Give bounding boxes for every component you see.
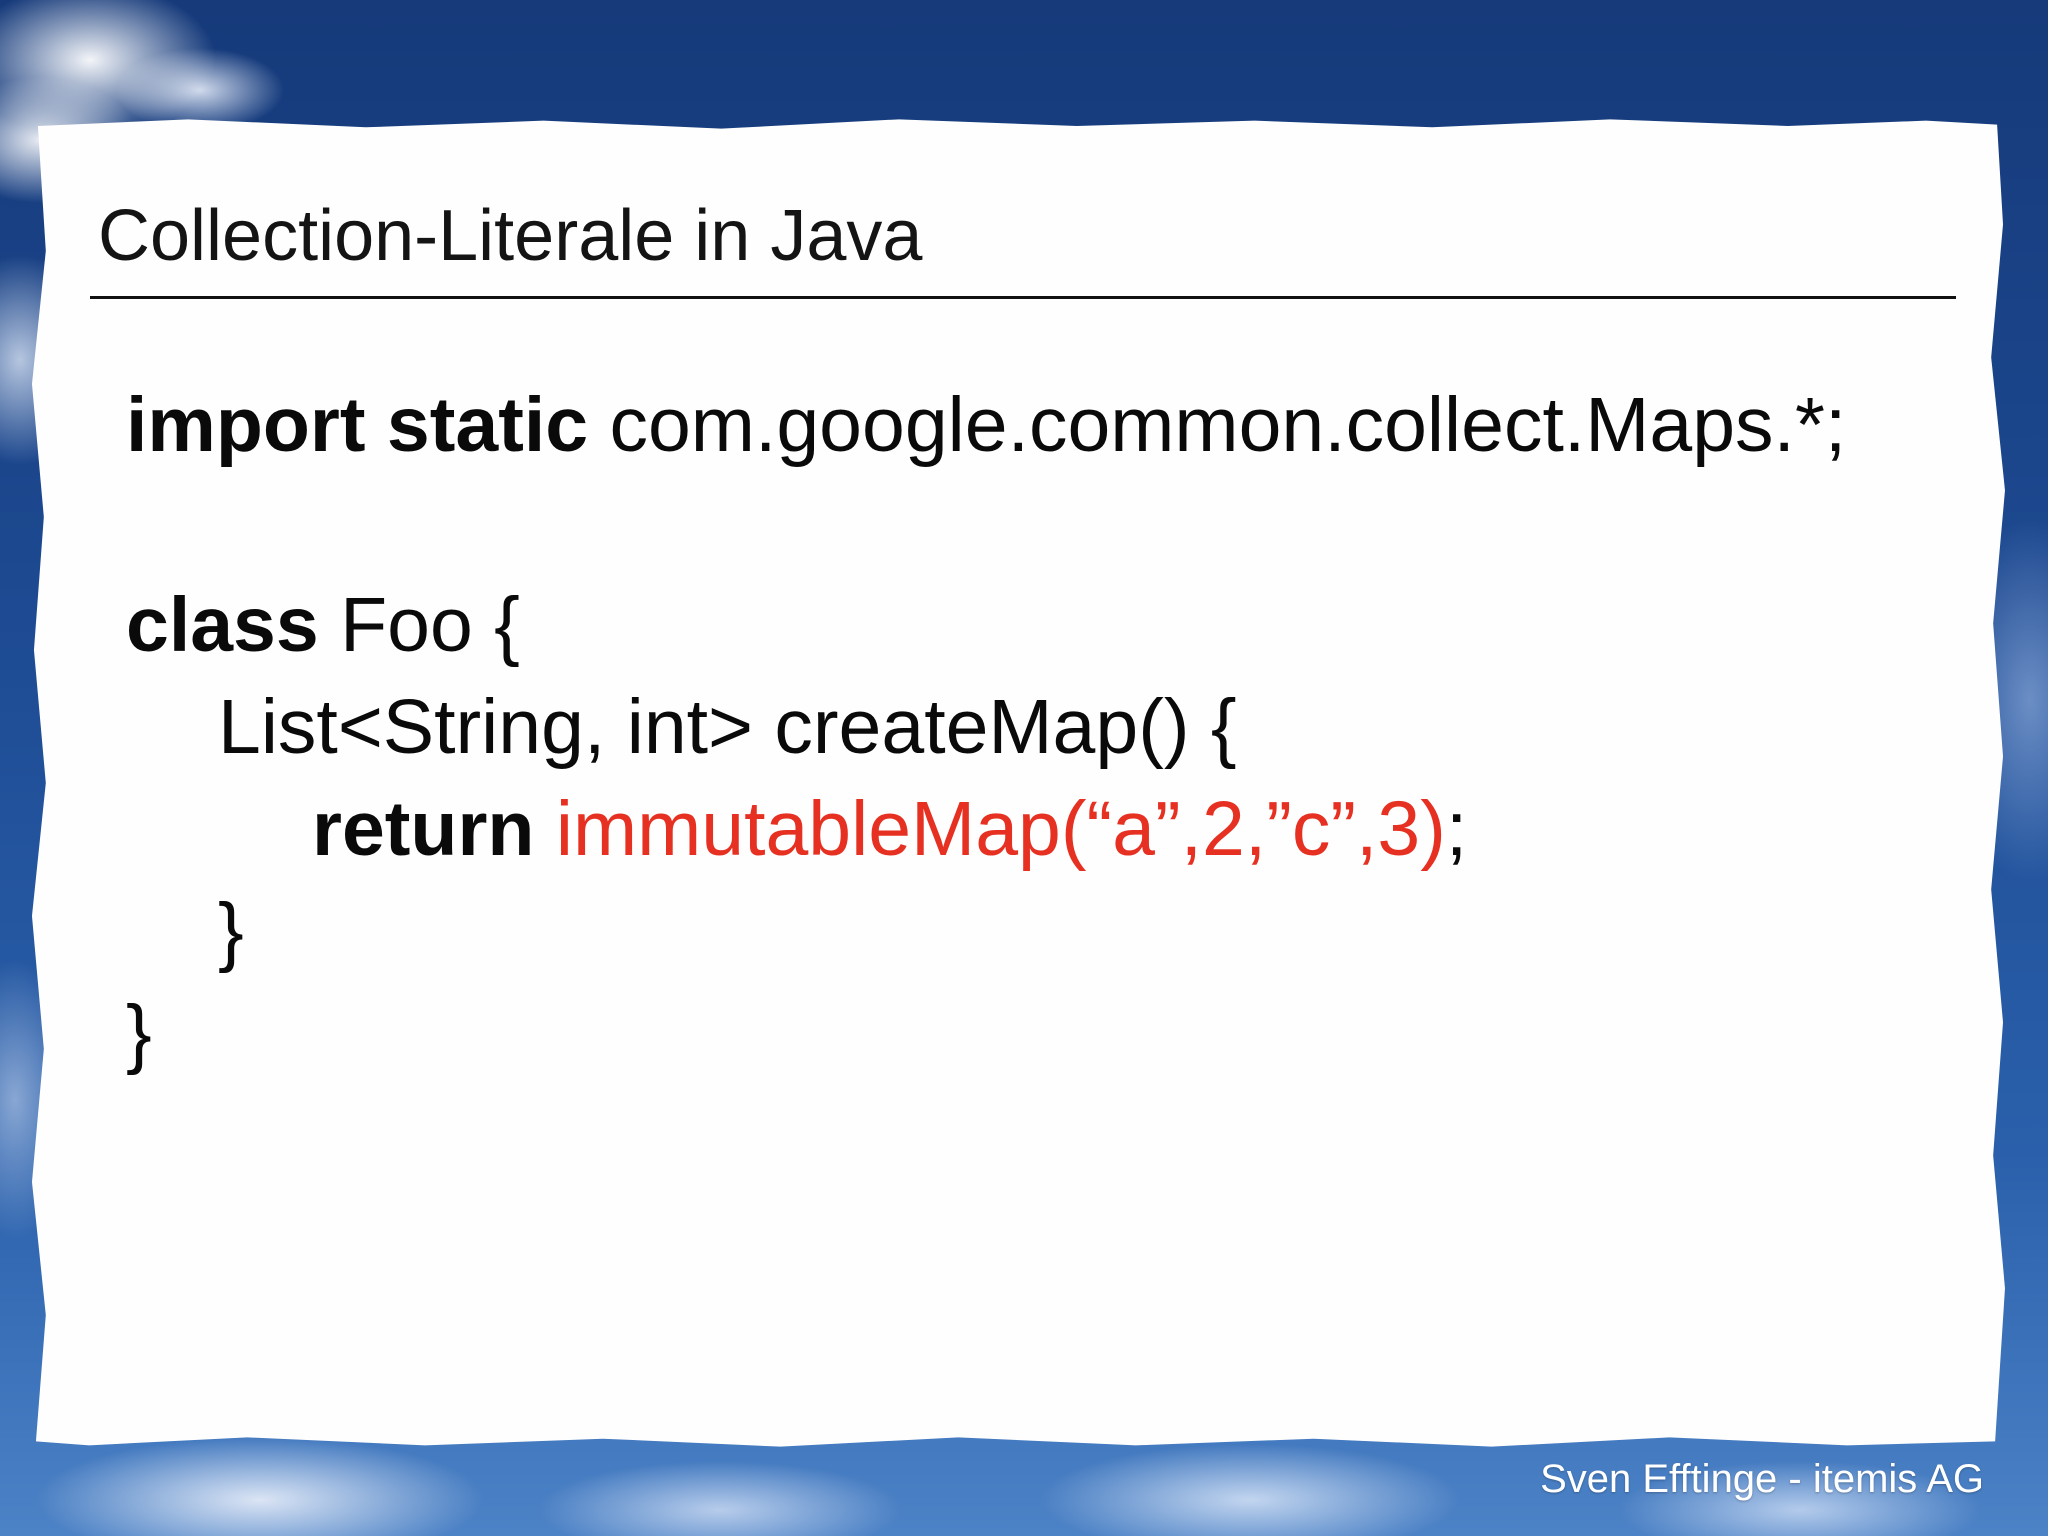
slide-paper [31, 119, 2005, 1447]
code-keyword: return [312, 786, 535, 872]
code-text: com.google.common.collect.Maps.*; [609, 382, 1847, 468]
code-text: ; [1445, 786, 1468, 872]
code-text: } [218, 888, 244, 974]
code-highlight: immutableMap(“a”,2,”c”,3) [555, 786, 1446, 872]
title-underline [90, 296, 1956, 299]
footer-credit: Sven Efftinge - itemis AG [1540, 1457, 1984, 1501]
code-text: Foo { [340, 582, 520, 668]
code-text: } [126, 990, 152, 1076]
code-text: List<String, int> createMap() { [218, 684, 1237, 770]
code-line-import: import static com.google.common.collect.… [126, 380, 1846, 470]
slide-title: Collection-Literale in Java [98, 196, 923, 276]
code-line-close-method: } [218, 886, 244, 976]
code-line-close-class: } [126, 988, 152, 1078]
code-line-method: List<String, int> createMap() { [218, 682, 1237, 772]
code-keyword: import static [126, 382, 589, 468]
code-line-class: class Foo { [126, 580, 520, 670]
code-line-return: return immutableMap(“a”,2,”c”,3); [312, 784, 1467, 874]
code-keyword: class [126, 582, 319, 668]
